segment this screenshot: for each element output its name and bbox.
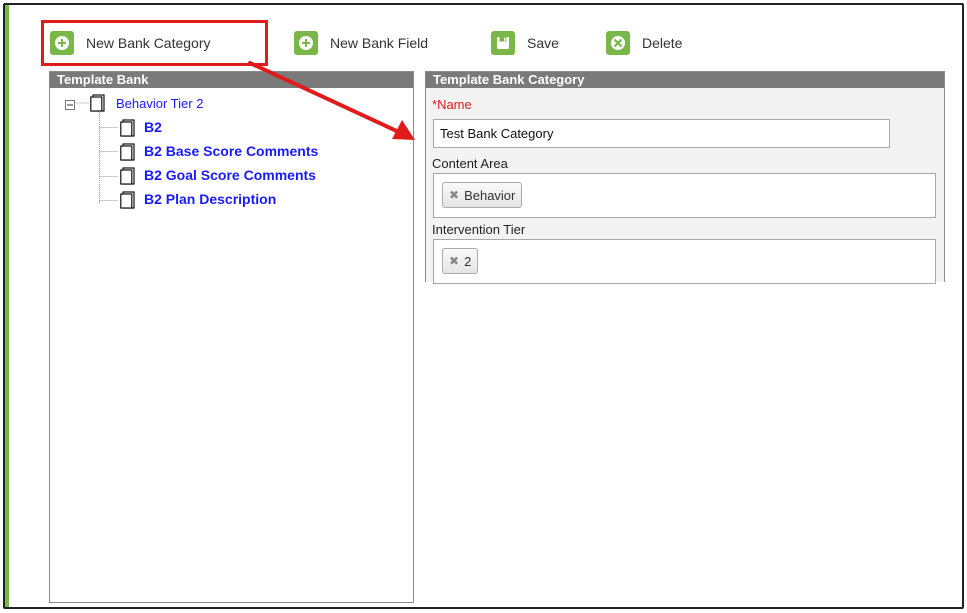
tree-node-b2[interactable]: B2: [144, 119, 162, 135]
plus-circle-icon: [294, 31, 318, 55]
name-input[interactable]: [433, 119, 890, 148]
save-button[interactable]: Save: [491, 29, 559, 57]
floppy-disk-icon: [491, 31, 515, 55]
chip-label: 2: [464, 253, 472, 269]
tree-node-b2-plan-description[interactable]: B2 Plan Description: [144, 191, 276, 207]
intervention-tier-multiselect[interactable]: ✖ 2: [433, 239, 936, 284]
collapse-toggle-icon[interactable]: [65, 98, 75, 113]
template-bank-category-panel: Template Bank Category *Name Content Are…: [425, 71, 945, 284]
document-icon: [120, 191, 135, 212]
save-label: Save: [527, 35, 559, 51]
new-bank-field-label: New Bank Field: [330, 35, 429, 51]
template-tree: Behavior Tier 2 B2 B2 Base Score Comment…: [50, 88, 413, 218]
content-area-chip: ✖ Behavior: [442, 182, 523, 208]
intervention-tier-label: Intervention Tier: [432, 222, 526, 237]
content-area-label: Content Area: [432, 156, 508, 171]
template-bank-category-title: Template Bank Category: [426, 72, 944, 88]
chip-label: Behavior: [464, 187, 516, 203]
document-icon: [90, 94, 105, 115]
callout-highlight-box: [41, 20, 268, 66]
template-bank-title: Template Bank: [50, 72, 413, 88]
left-accent-bar: [5, 5, 9, 607]
tree-node-behavior-tier-2[interactable]: Behavior Tier 2: [116, 96, 203, 111]
remove-chip-icon[interactable]: ✖: [449, 254, 459, 268]
template-bank-panel: Template Bank Behavior Tier 2 B2 B2 Base…: [49, 71, 414, 603]
app-window: New Bank Category New Bank Field Save De…: [3, 3, 964, 609]
intervention-tier-chip: ✖ 2: [442, 248, 479, 274]
document-icon: [120, 167, 135, 188]
content-area-multiselect[interactable]: ✖ Behavior: [433, 173, 936, 218]
delete-button[interactable]: Delete: [606, 29, 682, 57]
x-circle-icon: [606, 31, 630, 55]
tree-node-b2-base-score-comments[interactable]: B2 Base Score Comments: [144, 143, 318, 159]
delete-label: Delete: [642, 35, 683, 51]
name-label-text: Name: [437, 97, 472, 112]
new-bank-field-button[interactable]: New Bank Field: [294, 29, 428, 57]
document-icon: [120, 119, 135, 140]
remove-chip-icon[interactable]: ✖: [449, 188, 459, 202]
tree-node-b2-goal-score-comments[interactable]: B2 Goal Score Comments: [144, 167, 316, 183]
document-icon: [120, 143, 135, 164]
name-label: *Name: [432, 97, 472, 112]
